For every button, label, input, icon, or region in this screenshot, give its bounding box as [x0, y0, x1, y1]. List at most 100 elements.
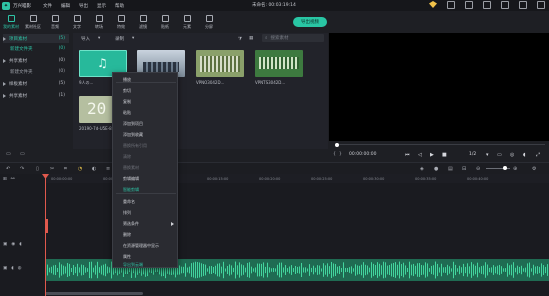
- menu-file[interactable]: 文件: [43, 3, 52, 9]
- snapshot-icon[interactable]: ◎: [510, 152, 514, 158]
- delete-icon[interactable]: ▯: [36, 166, 39, 172]
- tool-filter[interactable]: 滤镜: [132, 11, 154, 33]
- context-menu-item[interactable]: 重命名: [123, 199, 135, 205]
- bracket-icon[interactable]: {: [333, 152, 336, 157]
- waveform-bar: [231, 265, 232, 275]
- context-menu-item[interactable]: 添加到收藏: [123, 132, 143, 138]
- maximize-icon[interactable]: [519, 1, 527, 9]
- tree-item-sample-media[interactable]: 样板素材 (5): [3, 79, 69, 88]
- playhead[interactable]: [45, 174, 46, 296]
- context-menu-item[interactable]: 在资源管理器中显示: [123, 243, 159, 249]
- lock-icon[interactable]: ▣: [3, 242, 7, 247]
- adjust-icon[interactable]: ≡: [106, 166, 110, 172]
- zoom-ratio[interactable]: 1/2: [469, 152, 476, 157]
- eye-icon[interactable]: ◉: [11, 242, 15, 247]
- speaker-icon[interactable]: ◖: [19, 242, 21, 247]
- record-dropdown[interactable]: 录制 ▾: [115, 35, 134, 42]
- context-menu-item[interactable]: 剪辑编辑: [123, 176, 139, 182]
- preview-player[interactable]: [329, 33, 549, 141]
- context-menu-item[interactable]: 属性: [123, 254, 131, 260]
- context-menu-item[interactable]: 排列: [123, 210, 131, 216]
- menu-export[interactable]: 导出: [79, 3, 88, 9]
- context-menu-item[interactable]: 筛选条件: [123, 221, 139, 227]
- tree-item-shared-media[interactable]: 共享素材 (0): [3, 56, 69, 65]
- render-icon[interactable]: ▤: [448, 166, 453, 172]
- redo-icon[interactable]: ↷: [20, 166, 24, 172]
- tool-transition[interactable]: 转场: [88, 11, 110, 33]
- tree-item-new-folder-2[interactable]: 新建文件夹 (0): [10, 67, 69, 76]
- prev-frame-icon[interactable]: ⏮: [405, 152, 410, 158]
- zoom-slider-handle[interactable]: [503, 166, 507, 170]
- undo-icon[interactable]: ↶: [6, 166, 10, 172]
- volume-icon[interactable]: ◖: [523, 152, 526, 158]
- bracket-icon[interactable]: }: [339, 152, 342, 157]
- mute-icon[interactable]: ◍: [18, 266, 22, 271]
- tool-audio[interactable]: 音频: [44, 11, 66, 33]
- context-menu-item[interactable]: 删除: [123, 232, 131, 238]
- crop-icon[interactable]: ⌗: [64, 166, 67, 172]
- menu-view[interactable]: 显示: [97, 3, 106, 9]
- cut-icon[interactable]: ✂: [50, 166, 54, 172]
- context-menu-item[interactable]: 剪切: [123, 88, 131, 94]
- context-menu-item[interactable]: 清除: [123, 154, 131, 160]
- tree-item-project-media[interactable]: 项目素材 (5): [3, 34, 69, 43]
- notification-icon[interactable]: [465, 1, 473, 9]
- context-menu-item[interactable]: 复制: [123, 99, 131, 105]
- search-input[interactable]: ⌕ 搜索素材: [262, 34, 324, 42]
- preview-scrubber[interactable]: [335, 143, 339, 147]
- tool-sticker[interactable]: 贴纸: [154, 11, 176, 33]
- chevron-down-icon[interactable]: ▾: [486, 152, 489, 158]
- play-icon[interactable]: ▶: [430, 152, 434, 158]
- context-menu-item[interactable]: 添加到项目: [123, 121, 143, 127]
- context-menu-item[interactable]: 导出到云端: [123, 262, 143, 268]
- menu-edit[interactable]: 编辑: [61, 3, 70, 9]
- premium-gem-icon[interactable]: [429, 1, 437, 8]
- zoom-in-icon[interactable]: ⊕: [513, 166, 517, 172]
- snap-icon[interactable]: ⊟: [462, 166, 466, 172]
- account-icon[interactable]: [447, 1, 455, 9]
- menu-help[interactable]: 帮助: [115, 3, 124, 9]
- tree-item-new-folder[interactable]: 新建文件夹 (0): [10, 44, 69, 53]
- audio-track-controls: ▣ ◖ ◍: [3, 266, 22, 271]
- context-menu-item[interactable]: 替换素材: [123, 165, 139, 171]
- close-icon[interactable]: [537, 1, 545, 9]
- tool-split[interactable]: 分屏: [198, 11, 220, 33]
- tool-effects[interactable]: 特效: [110, 11, 132, 33]
- stop-icon[interactable]: ■: [442, 152, 447, 158]
- mic-icon[interactable]: ●: [434, 166, 438, 172]
- marker-icon[interactable]: ◈: [420, 166, 424, 172]
- screen-icon[interactable]: ▭: [497, 152, 502, 158]
- export-button[interactable]: 导出视频: [293, 17, 327, 27]
- media-thumb-video-2[interactable]: [196, 50, 244, 77]
- minimize-icon[interactable]: [501, 1, 509, 9]
- settings-icon[interactable]: ⚙: [532, 166, 536, 172]
- context-menu-item[interactable]: 替换所有引用: [123, 143, 147, 149]
- tool-stock[interactable]: 素材社区: [22, 11, 44, 33]
- import-dropdown[interactable]: 导入 ▾: [81, 35, 100, 42]
- link-icon[interactable]: ⚯: [11, 177, 15, 182]
- filter-icon[interactable]: ⧩: [238, 35, 242, 42]
- timeline-scrollbar[interactable]: [45, 292, 143, 295]
- media-thumb-video-3[interactable]: [255, 50, 303, 77]
- element-icon: [183, 14, 191, 22]
- tool-label: 音频: [51, 23, 59, 29]
- grid-view-icon[interactable]: ▦: [249, 35, 253, 42]
- tool-element[interactable]: 元素: [176, 11, 198, 33]
- tool-text[interactable]: 文字: [66, 11, 88, 33]
- zoom-out-icon[interactable]: ⊖: [476, 166, 480, 172]
- fullscreen-icon[interactable]: ⤢: [536, 152, 540, 158]
- window-controls: [429, 1, 545, 9]
- tree-item-shared-media-2[interactable]: 共享素材 (1): [3, 91, 69, 100]
- step-back-icon[interactable]: ◁: [418, 152, 422, 158]
- preview-progress-bar[interactable]: [337, 144, 545, 145]
- delete-folder-icon[interactable]: ▭: [20, 151, 25, 157]
- color-icon[interactable]: ◐: [92, 166, 96, 172]
- speaker-icon[interactable]: ◖: [11, 266, 13, 271]
- tool-my-media[interactable]: 我的素材: [0, 11, 22, 33]
- context-menu-item[interactable]: 粘贴: [123, 110, 131, 116]
- speed-icon[interactable]: ◔: [78, 166, 82, 172]
- new-folder-icon[interactable]: ▭: [6, 151, 11, 157]
- add-track-icon[interactable]: ⊞: [3, 177, 7, 182]
- lock-icon[interactable]: ▣: [3, 266, 7, 271]
- save-icon[interactable]: [483, 1, 491, 9]
